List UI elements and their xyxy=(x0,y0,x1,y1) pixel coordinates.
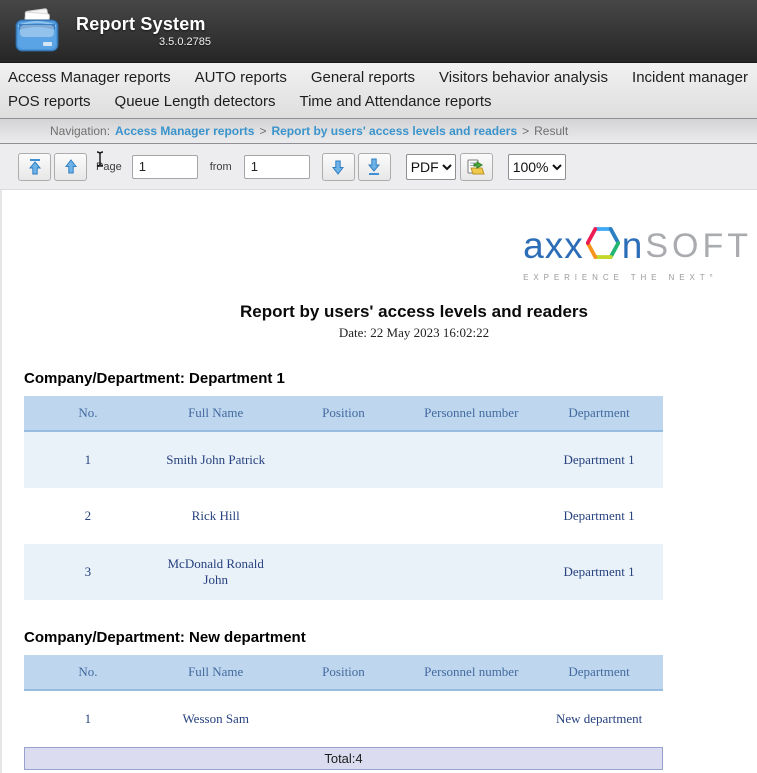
menu-item-access-manager-reports[interactable]: Access Manager reports xyxy=(8,66,171,90)
column-header: Personnel number xyxy=(424,405,519,420)
menu-row-1: Access Manager reports AUTO reports Genera… xyxy=(8,66,757,90)
table-header-row: No. Full Name Position Personnel number Depa… xyxy=(24,396,663,432)
menu-item-visitors-behavior-analysis[interactable]: Visitors behavior analysis xyxy=(439,66,608,90)
section-heading: Company/Department: Department 1 xyxy=(24,370,285,387)
logo-text-soft: SOFT xyxy=(645,226,752,265)
menu-item-queue-length-detectors[interactable]: Queue Length detectors xyxy=(115,90,276,114)
logo-text-n: n xyxy=(621,224,644,266)
app-title-block: Report System 3.5.0.2785 xyxy=(76,14,211,48)
table-cell xyxy=(280,488,408,544)
table-cell: 1 xyxy=(84,711,92,726)
breadcrumb-link[interactable]: Report by users' access levels and reade… xyxy=(271,124,517,138)
breadcrumb: Navigation: Access Manager reports > Repor… xyxy=(0,119,757,144)
table-header-row: No. Full Name Position Personnel number Depa… xyxy=(24,655,663,691)
menu-item-pos-reports[interactable]: POS reports xyxy=(8,90,91,114)
table-cell xyxy=(280,432,408,488)
table-cell: 2 xyxy=(84,508,92,523)
logo-text-axx: axx xyxy=(523,224,584,266)
total-row: Total:4 xyxy=(24,747,663,770)
table-cell: McDonald Ronald John xyxy=(167,556,264,587)
report-table: No. Full Name Position Personnel number Depa… xyxy=(24,396,663,600)
report-system-logo-icon xyxy=(12,8,62,54)
table-cell xyxy=(407,691,535,747)
table-cell: Smith John Patrick xyxy=(166,452,266,467)
zoom-select[interactable]: 100% xyxy=(507,153,566,180)
from-label: from xyxy=(209,160,232,173)
first-page-button[interactable] xyxy=(18,152,51,181)
table-cell xyxy=(407,432,535,488)
column-header: Full Name xyxy=(188,405,244,420)
breadcrumb-separator: > xyxy=(259,124,267,138)
menu-item-incident-manager[interactable]: Incident manager xyxy=(632,66,748,90)
column-header: No. xyxy=(78,405,98,420)
table-row: 1 Wesson Sam New department xyxy=(24,691,663,747)
breadcrumb-current: Result xyxy=(534,124,569,138)
column-header: Full Name xyxy=(188,664,244,679)
page-label: Page xyxy=(96,160,122,173)
table-cell: Rick Hill xyxy=(191,508,240,523)
table-cell: Wesson Sam xyxy=(182,711,249,726)
breadcrumb-separator: > xyxy=(522,124,530,138)
report-content-area: axx n SOFT EXPERIENCE THE NEXT° Report b… xyxy=(0,190,757,773)
report-sections: Company/Department: Department 1 No. Full … xyxy=(2,370,757,747)
column-header: Department xyxy=(568,664,630,679)
previous-page-button[interactable] xyxy=(54,152,87,181)
report-date: Date: 22 May 2023 16:02:22 xyxy=(338,325,490,340)
export-button[interactable] xyxy=(459,152,493,181)
export-format-select[interactable]: PDF xyxy=(405,153,456,180)
menu-item-general-reports[interactable]: General reports xyxy=(311,66,415,90)
table-row: 1 Smith John Patrick Department 1 xyxy=(24,432,663,488)
table-row: 2 Rick Hill Department 1 xyxy=(24,488,663,544)
column-header: Position xyxy=(322,664,365,679)
section-heading: Company/Department: New department xyxy=(24,629,306,646)
report-table: No. Full Name Position Personnel number Depa… xyxy=(24,655,663,747)
menu-row-2: POS reports Queue Length detectors Time an… xyxy=(8,90,757,114)
table-cell xyxy=(407,544,535,600)
axxonsoft-logo: axx n SOFT EXPERIENCE THE NEXT° xyxy=(523,224,752,282)
page-number-input[interactable] xyxy=(131,154,198,179)
menu-item-auto-reports[interactable]: AUTO reports xyxy=(195,66,287,90)
main-menu: Access Manager reports AUTO reports Genera… xyxy=(0,63,757,119)
report-page: axx n SOFT EXPERIENCE THE NEXT° Report b… xyxy=(2,190,757,770)
app-version: 3.5.0.2785 xyxy=(159,36,211,48)
app-title: Report System xyxy=(76,14,206,34)
table-cell xyxy=(280,691,408,747)
next-page-button[interactable] xyxy=(321,152,355,181)
table-cell: 3 xyxy=(84,564,92,579)
menu-item-time-and-attendance-reports[interactable]: Time and Attendance reports xyxy=(299,90,491,114)
column-header: No. xyxy=(78,664,98,679)
table-cell: 1 xyxy=(84,452,92,467)
table-cell: Department 1 xyxy=(563,452,635,467)
table-cell xyxy=(280,544,408,600)
app-header: Report System 3.5.0.2785 xyxy=(0,0,757,63)
breadcrumb-items: Access Manager reports > Report by users' … xyxy=(115,124,568,138)
table-cell: New department xyxy=(555,711,643,726)
table-cell xyxy=(407,488,535,544)
logo-hexagon-icon xyxy=(585,224,620,267)
table-row: 3 McDonald Ronald John Department 1 xyxy=(24,544,663,600)
column-header: Department xyxy=(568,405,630,420)
breadcrumb-link[interactable]: Access Manager reports xyxy=(115,124,254,138)
logo-tagline: EXPERIENCE THE NEXT° xyxy=(523,273,718,282)
column-header: Position xyxy=(322,405,365,420)
report-title: Report by users' access levels and reade… xyxy=(239,302,588,321)
last-page-button[interactable] xyxy=(357,152,391,181)
breadcrumb-label: Navigation: xyxy=(50,124,111,138)
column-header: Personnel number xyxy=(424,664,519,679)
total-pages-input[interactable] xyxy=(243,154,310,179)
report-toolbar: Page from PDF 100% xyxy=(0,144,757,190)
table-cell: Department 1 xyxy=(563,564,635,579)
table-cell: Department 1 xyxy=(563,508,635,523)
